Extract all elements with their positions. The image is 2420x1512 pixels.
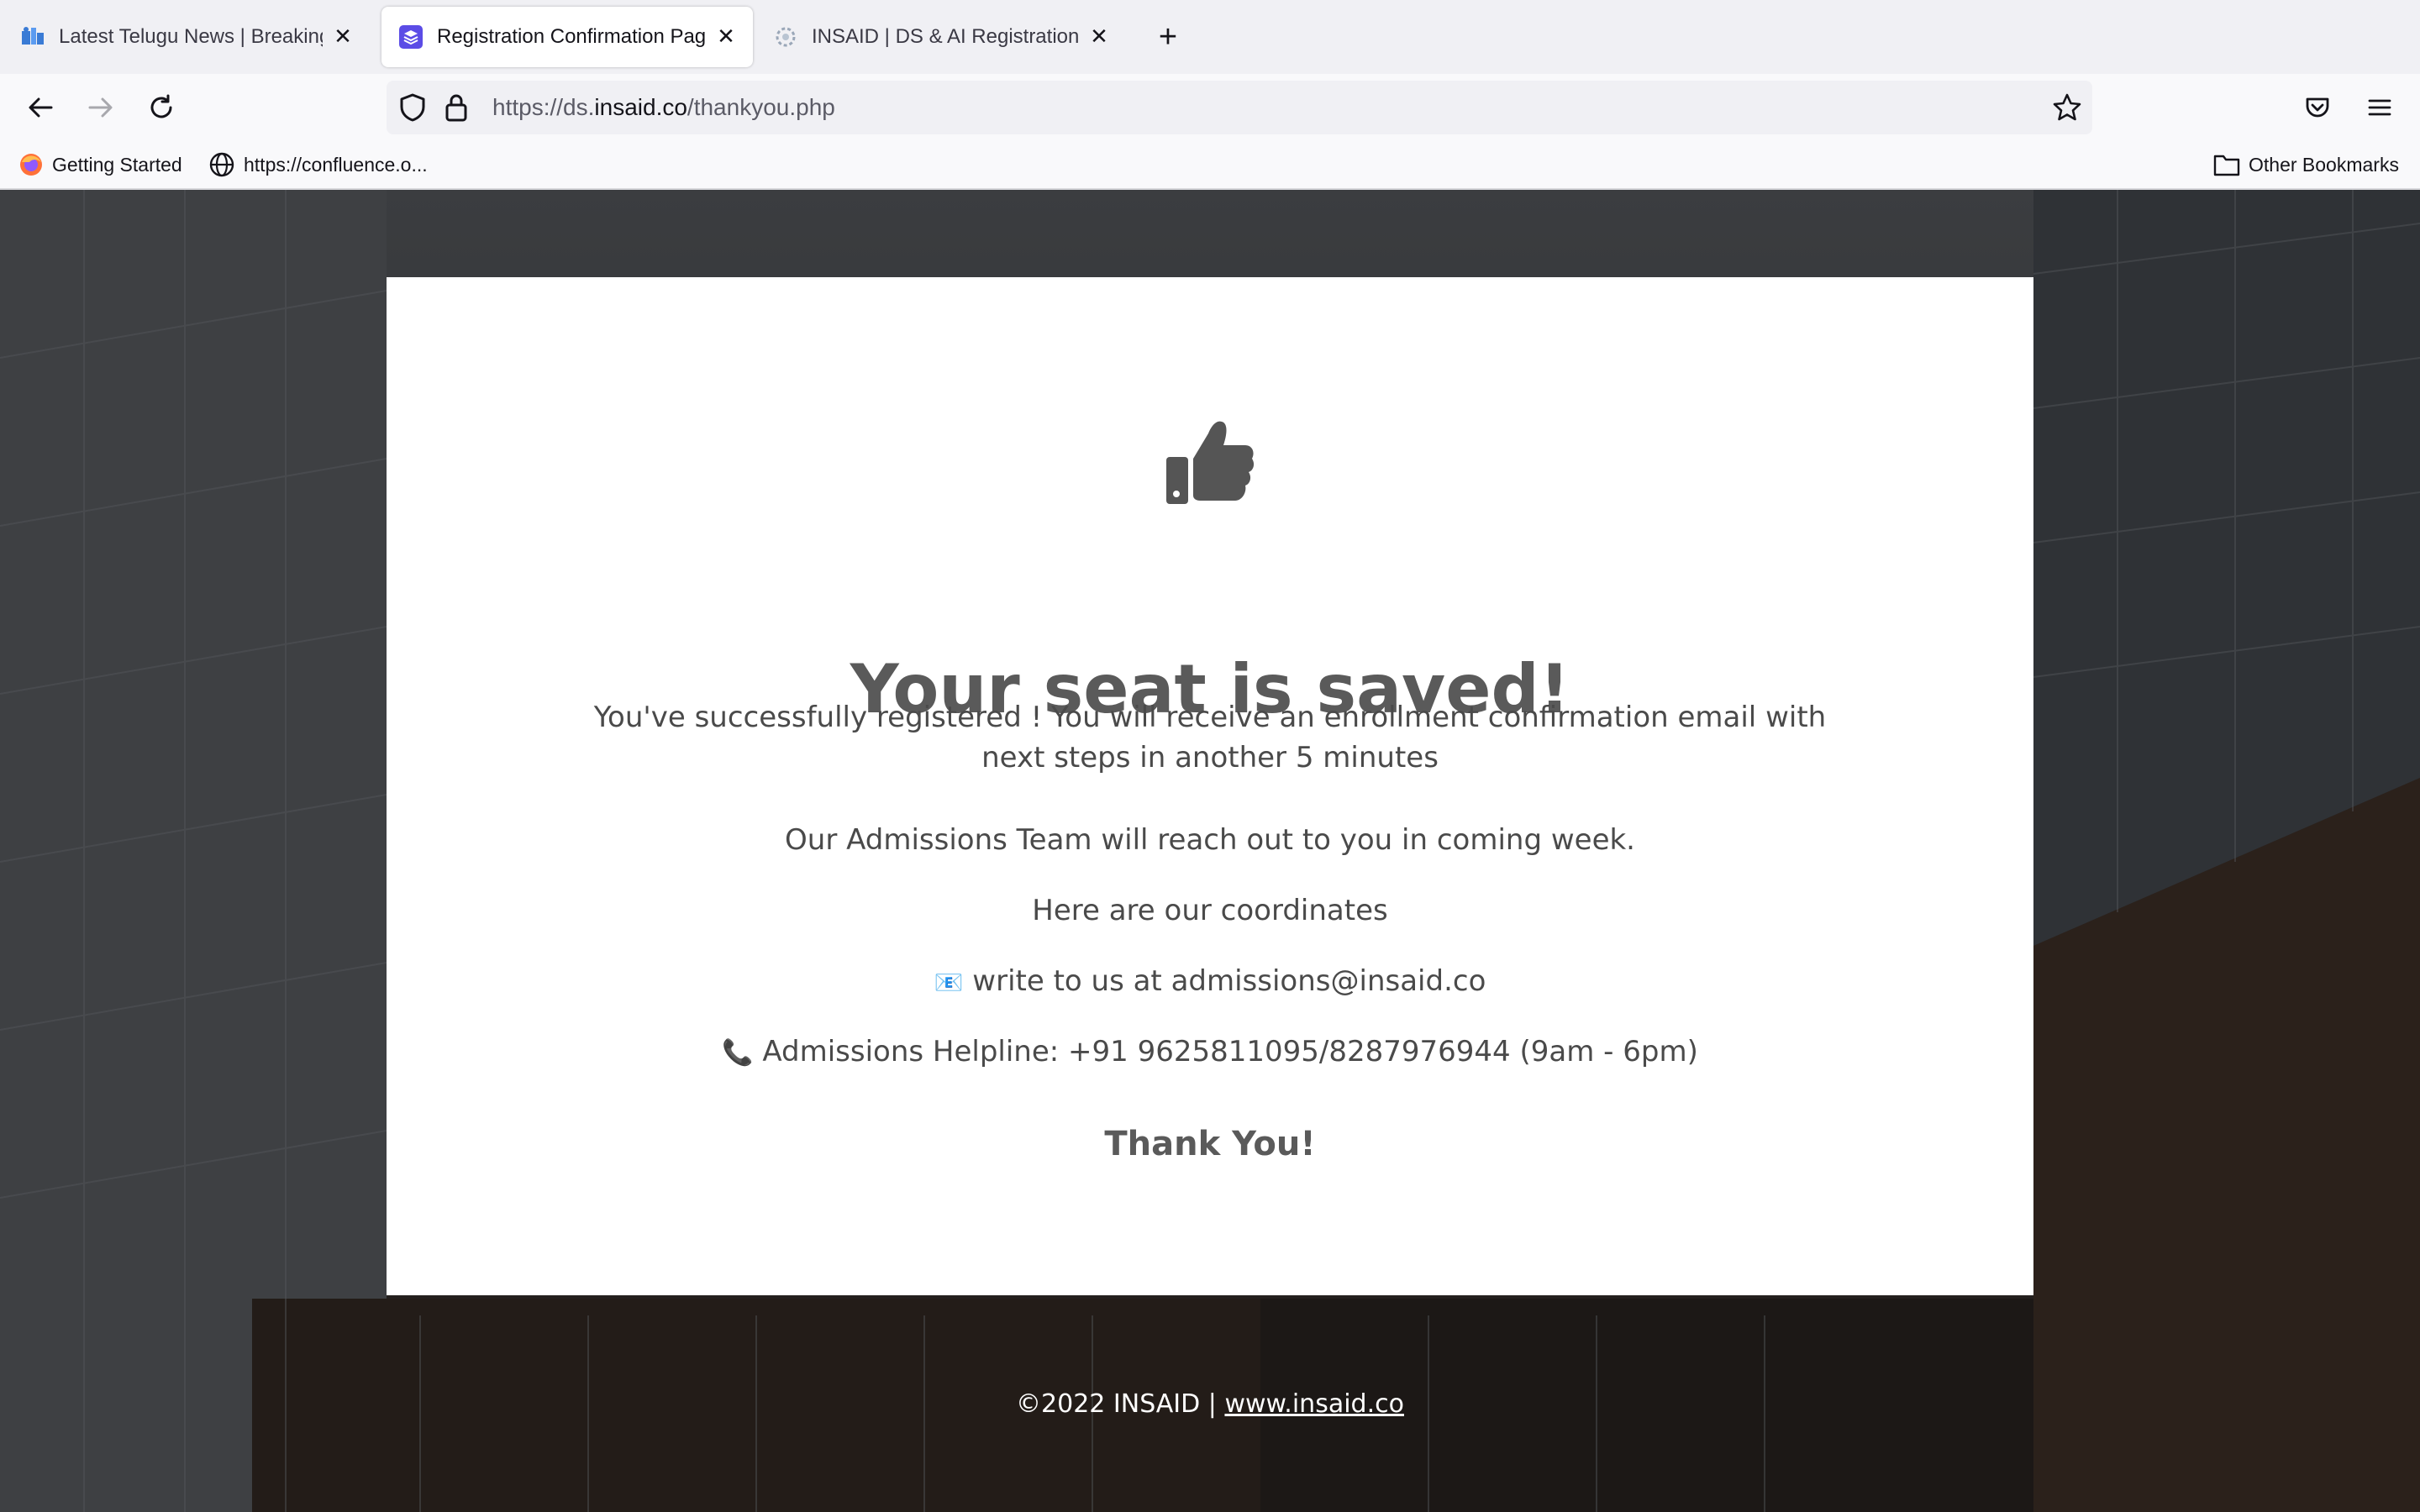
bookmarks-toolbar: Getting Started https://confluence.o... … <box>0 141 2420 190</box>
insaid-favicon-icon <box>398 24 424 50</box>
bookmark-label: Getting Started <box>52 153 182 176</box>
email-contact: 📧 write to us at admissions@insaid.co <box>387 961 2033 1003</box>
phone-contact: 📞 Admissions Helpline: +91 9625811095/82… <box>387 1032 2033 1074</box>
url-host: insaid.co <box>594 94 687 120</box>
copyright-text: ©2022 INSAID | <box>1016 1389 1225 1419</box>
loading-favicon-icon <box>773 24 798 50</box>
reload-icon <box>150 94 172 118</box>
reload-button[interactable] <box>141 87 182 128</box>
menu-button[interactable] <box>2360 87 2400 128</box>
arrow-left-icon <box>29 97 53 118</box>
shield-icon[interactable] <box>398 92 427 126</box>
success-message-line1: You've successfully registered ! You wil… <box>593 701 1827 734</box>
footer: ©2022 INSAID | www.insaid.co <box>0 1389 2420 1419</box>
tab-telugu-news[interactable]: Latest Telugu News | Breaking N ✕ <box>3 7 370 67</box>
bookmark-star-icon[interactable] <box>2052 92 2082 126</box>
news-favicon-icon <box>20 24 45 50</box>
arrow-right-icon <box>88 97 113 118</box>
other-bookmarks-label: Other Bookmarks <box>2249 153 2399 176</box>
hamburger-menu-icon <box>2368 99 2391 116</box>
footer-website-link[interactable]: www.insaid.co <box>1224 1389 1404 1419</box>
address-bar[interactable]: https://ds.insaid.co/thankyou.php <box>387 81 2092 134</box>
forward-button[interactable] <box>81 87 121 128</box>
navigation-toolbar: https://ds.insaid.co/thankyou.php <box>0 74 2420 141</box>
bookmark-getting-started[interactable]: Getting Started <box>18 148 182 181</box>
phone-icon: 📞 <box>722 1038 754 1068</box>
firefox-icon <box>20 154 42 176</box>
confirmation-card: Your seat is saved! You've successfully … <box>387 277 2033 1295</box>
tab-registration-confirmation[interactable]: Registration Confirmation Page ✕ <box>381 7 753 67</box>
bookmark-label: https://confluence.o... <box>244 153 428 176</box>
phone-text: Admissions Helpline: +91 9625811095/8287… <box>762 1035 1698 1068</box>
new-tab-button[interactable]: + <box>1150 18 1186 55</box>
url-path: /thankyou.php <box>687 94 835 120</box>
globe-icon <box>209 152 234 177</box>
success-message-line2: next steps in another 5 minutes <box>981 741 1439 774</box>
other-bookmarks[interactable]: Other Bookmarks <box>2213 148 2399 181</box>
close-icon[interactable]: ✕ <box>1087 24 1111 50</box>
tab-strip: Latest Telugu News | Breaking N ✕ Regist… <box>0 0 2420 74</box>
url-prefix: https://ds. <box>492 94 595 120</box>
thank-you-text: Thank You! <box>1104 1125 1316 1163</box>
pocket-button[interactable] <box>2297 87 2338 128</box>
tab-title: Latest Telugu News | Breaking N <box>59 25 323 48</box>
back-button[interactable] <box>20 87 60 128</box>
page-background: Your seat is saved! You've successfully … <box>0 190 2420 1512</box>
admissions-team-message: Our Admissions Team will reach out to yo… <box>785 823 1635 857</box>
pocket-icon <box>2306 97 2329 118</box>
email-icon: 📧 <box>934 969 964 996</box>
tab-title: INSAID | DS & AI Registration <box>812 25 1079 48</box>
coordinates-heading: Here are our coordinates <box>1032 894 1388 927</box>
url-text[interactable]: https://ds.insaid.co/thankyou.php <box>492 81 835 134</box>
email-text: write to us at admissions@insaid.co <box>972 964 1486 998</box>
tab-insaid-registration[interactable]: INSAID | DS & AI Registration ✕ <box>756 7 1126 67</box>
thumbs-up-icon <box>1166 421 1255 504</box>
folder-icon <box>2213 155 2240 176</box>
close-icon[interactable]: ✕ <box>331 24 355 50</box>
bookmark-confluence[interactable]: https://confluence.o... <box>208 148 428 181</box>
lock-icon[interactable] <box>444 92 469 126</box>
tab-title: Registration Confirmation Page <box>437 25 706 48</box>
close-icon[interactable]: ✕ <box>714 24 738 50</box>
